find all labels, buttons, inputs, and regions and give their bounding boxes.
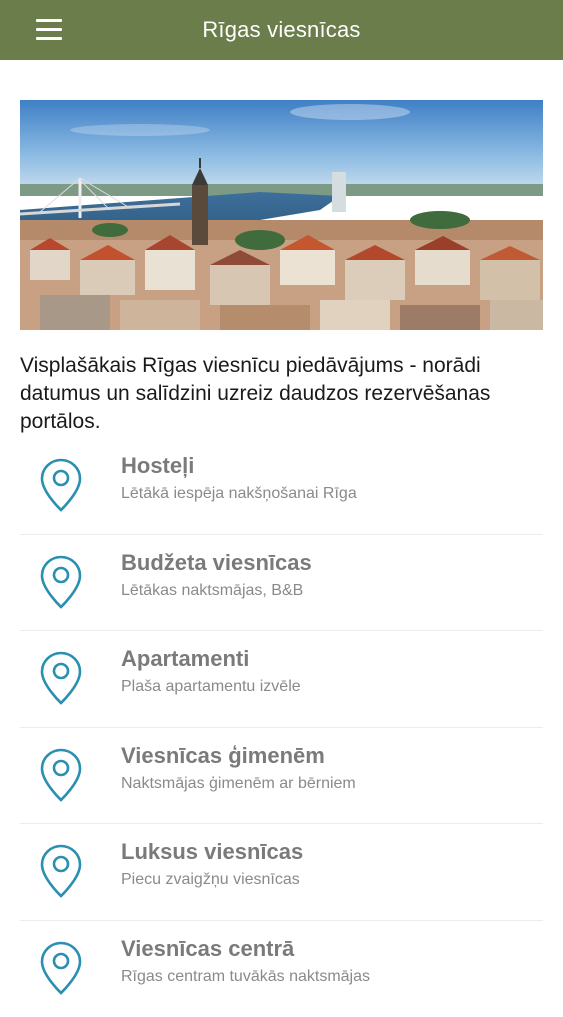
hero-image [20,100,543,330]
category-item-apartments[interactable]: Apartamenti Plaša apartamentu izvēle [20,631,543,728]
location-pin-icon [40,458,82,512]
category-item-family-hotels[interactable]: Viesnīcas ģimenēm Naktsmājas ģimenēm ar … [20,728,543,825]
category-title: Viesnīcas ģimenēm [121,743,325,769]
category-list: Hosteļi Lētākā iespēja nakšņošanai Rīga … [20,438,543,1017]
category-title: Hosteļi [121,453,194,479]
location-pin-icon [40,555,82,609]
category-title: Viesnīcas centrā [121,936,294,962]
location-pin-icon [40,651,82,705]
category-title: Luksus viesnīcas [121,839,303,865]
page-title: Rīgas viesnīcas [0,17,563,43]
category-subtitle: Piecu zvaigžņu viesnīcas [121,871,300,889]
location-pin-icon [40,941,82,995]
category-subtitle: Lētākas naktsmājas, B&B [121,582,303,600]
location-pin-icon [40,844,82,898]
app-bar: Rīgas viesnīcas [0,0,563,60]
location-pin-icon [40,748,82,802]
category-item-central-hotels[interactable]: Viesnīcas centrā Rīgas centram tuvākās n… [20,921,543,1017]
category-subtitle: Naktsmājas ģimenēm ar bērniem [121,775,356,793]
category-item-luxury-hotels[interactable]: Luksus viesnīcas Piecu zvaigžņu viesnīca… [20,824,543,921]
category-subtitle: Rīgas centram tuvākās naktsmājas [121,968,370,986]
category-subtitle: Lētākā iespēja nakšņošanai Rīga [121,485,357,503]
category-item-hostels[interactable]: Hosteļi Lētākā iespēja nakšņošanai Rīga [20,438,543,535]
category-item-budget-hotels[interactable]: Budžeta viesnīcas Lētākas naktsmājas, B&… [20,535,543,632]
category-title: Budžeta viesnīcas [121,550,312,576]
intro-text: Visplašākais Rīgas viesnīcu piedāvājums … [20,352,550,436]
category-subtitle: Plaša apartamentu izvēle [121,678,301,696]
category-title: Apartamenti [121,646,249,672]
